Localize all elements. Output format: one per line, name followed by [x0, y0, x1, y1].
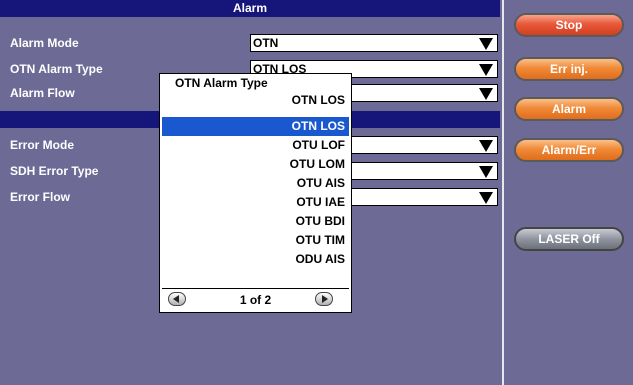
alarm-mode-dropdown[interactable]: OTN	[250, 34, 498, 52]
alarm-flow-label: Alarm Flow	[10, 86, 75, 100]
dropdown-arrow-icon	[479, 192, 493, 204]
stop-button[interactable]: Stop	[514, 13, 624, 37]
dropdown-arrow-icon	[479, 166, 493, 178]
alarm-mode-value: OTN	[253, 36, 279, 50]
popup-option[interactable]: OTU LOM	[162, 155, 349, 174]
popup-option-list: OTN LOS OTU LOF OTU LOM OTU AIS OTU IAE …	[162, 117, 349, 269]
popup-option[interactable]: OTU TIM	[162, 231, 349, 250]
main-panel: Alarm Alarm Mode OTN OTN Alarm Type OTN …	[0, 0, 502, 385]
dropdown-arrow-icon	[479, 140, 493, 152]
popup-option[interactable]: OTN LOS	[162, 117, 349, 136]
next-page-button[interactable]	[315, 292, 333, 306]
dropdown-arrow-icon	[479, 88, 493, 100]
sdh-error-type-label: SDH Error Type	[10, 164, 99, 178]
popup-option[interactable]: OTU AIS	[162, 174, 349, 193]
popup-option[interactable]: ODU AIS	[162, 250, 349, 269]
popup-current-value: OTN LOS	[291, 93, 345, 107]
error-flow-label: Error Flow	[10, 190, 71, 204]
dropdown-arrow-icon	[479, 64, 493, 76]
popup-title: OTN Alarm Type	[175, 76, 268, 90]
alarm-mode-label: Alarm Mode	[10, 36, 79, 50]
popup-option[interactable]: OTU IAE	[162, 193, 349, 212]
sidebar: Stop Err inj. Alarm Alarm/Err LASER Off	[504, 0, 633, 385]
otn-alarm-type-label: OTN Alarm Type	[10, 62, 103, 76]
alarm-button[interactable]: Alarm	[514, 97, 624, 121]
laser-off-button[interactable]: LASER Off	[514, 227, 624, 251]
err-inj-button[interactable]: Err inj.	[514, 57, 624, 81]
popup-pager: 1 of 2	[162, 288, 349, 311]
dropdown-arrow-icon	[479, 38, 493, 50]
popup-option[interactable]: OTU BDI	[162, 212, 349, 231]
chevron-right-icon	[322, 295, 328, 303]
otn-alarm-type-popup: OTN Alarm Type OTN LOS OTN LOS OTU LOF O…	[159, 73, 352, 313]
popup-option[interactable]: OTU LOF	[162, 136, 349, 155]
alarm-err-button[interactable]: Alarm/Err	[514, 138, 624, 162]
error-mode-label: Error Mode	[10, 138, 75, 152]
alarm-section-header: Alarm	[0, 0, 500, 17]
